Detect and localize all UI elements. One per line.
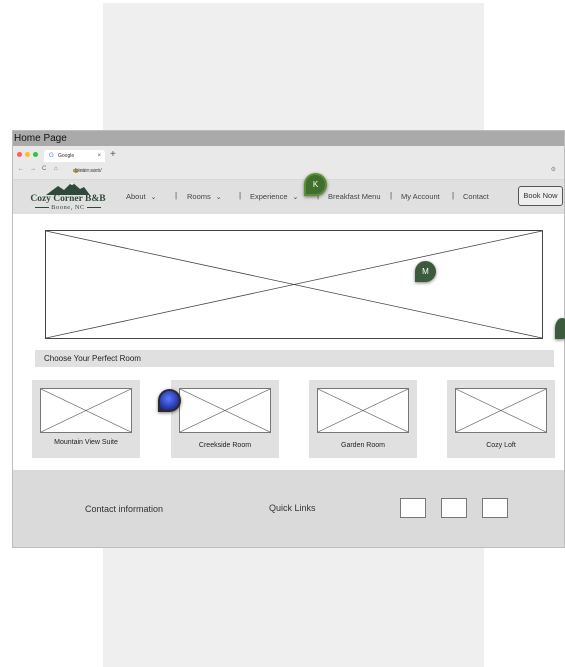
maximize-window-icon[interactable]	[33, 152, 38, 157]
room-image-placeholder	[455, 388, 547, 433]
image-placeholder-icon	[40, 388, 132, 433]
frame-title: Home Page	[13, 131, 564, 146]
comment-marker-edge[interactable]	[555, 318, 565, 339]
home-icon[interactable]: ⌂	[54, 166, 58, 172]
logo-subtitle: Boone, NC	[22, 204, 114, 211]
page-frame: Home Page G Google × + ← → C ⌂ 🔒 domain.c…	[12, 130, 565, 548]
menu-separator: |	[175, 191, 178, 200]
logo-title: Cozy Corner B&B	[30, 194, 106, 204]
room-image-placeholder	[317, 388, 409, 433]
browser-chrome: G Google × + ← → C ⌂ 🔒 domain.com/subdoma…	[13, 146, 564, 180]
section-title: Choose Your Perfect Room	[44, 354, 141, 363]
chevron-down-icon: ⌄	[150, 194, 157, 201]
social-icon-placeholder[interactable]	[400, 498, 426, 518]
forward-icon[interactable]: →	[30, 166, 36, 172]
menu-item-experience[interactable]: Experience ⌄	[250, 192, 298, 201]
site-navbar: Cozy Corner B&B Boone, NC About ⌄ | Rooms…	[13, 180, 564, 214]
hero-image-placeholder	[45, 230, 543, 339]
image-placeholder-icon	[317, 388, 409, 433]
extension-icon[interactable]: ⚙	[551, 166, 556, 173]
room-name: Mountain View Suite	[54, 439, 118, 446]
room-image-placeholder	[40, 388, 132, 433]
chevron-down-icon: ⌄	[292, 194, 299, 201]
room-name: Garden Room	[341, 442, 385, 449]
section-header: Choose Your Perfect Room	[35, 350, 554, 367]
menu-item-contact[interactable]: Contact	[463, 192, 489, 201]
menu-item-about[interactable]: About ⌄	[126, 192, 156, 201]
url-path: subdomain/	[73, 168, 99, 174]
tab-label: Google	[58, 153, 75, 159]
footer-quick-links[interactable]: Quick Links	[269, 503, 316, 513]
image-placeholder-icon	[179, 388, 271, 433]
room-name: Creekside Room	[198, 442, 252, 449]
room-image-placeholder	[179, 388, 271, 433]
chevron-down-icon: ⌄	[215, 194, 222, 201]
browser-tab[interactable]: G Google ×	[44, 150, 105, 162]
google-icon: G	[49, 153, 54, 159]
site-footer: Contact information Quick Links	[13, 470, 564, 547]
room-card[interactable]: Mountain View Suite	[32, 380, 140, 458]
minimize-window-icon[interactable]	[25, 152, 30, 157]
social-icon-placeholder[interactable]	[482, 498, 508, 518]
menu-item-my-account[interactable]: My Account	[401, 192, 440, 201]
menu-separator: |	[390, 191, 393, 200]
back-icon[interactable]: ←	[18, 166, 24, 172]
close-window-icon[interactable]	[17, 152, 22, 157]
book-now-button[interactable]: Book Now	[518, 186, 563, 206]
room-card[interactable]: Creekside Room	[171, 380, 279, 458]
reload-icon[interactable]: C	[42, 166, 46, 172]
image-placeholder-icon	[45, 230, 543, 339]
menu-separator: |	[452, 191, 455, 200]
footer-contact-information[interactable]: Contact information	[85, 504, 163, 514]
tab-close-icon[interactable]: ×	[97, 150, 101, 162]
menu-item-rooms[interactable]: Rooms ⌄	[187, 192, 222, 201]
menu-item-breakfast-menu[interactable]: Breakfast Menu	[328, 192, 381, 201]
new-tab-button[interactable]: +	[110, 149, 116, 160]
avatar-comment-marker[interactable]	[158, 389, 181, 412]
room-name: Cozy Loft	[486, 442, 516, 449]
site-logo[interactable]: Cozy Corner B&B Boone, NC	[22, 182, 114, 212]
room-card[interactable]: Cozy Loft	[447, 380, 555, 458]
image-placeholder-icon	[455, 388, 547, 433]
comment-marker-k[interactable]: K	[304, 173, 327, 196]
comment-marker-m[interactable]: M	[415, 261, 436, 282]
room-card[interactable]: Garden Room	[309, 380, 417, 458]
social-icon-placeholder[interactable]	[441, 498, 467, 518]
menu-separator: |	[239, 191, 242, 200]
